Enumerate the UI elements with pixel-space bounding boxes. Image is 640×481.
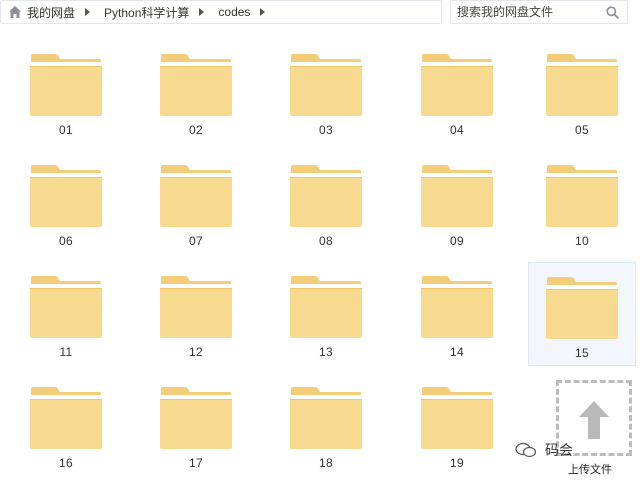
folder-label: 17 bbox=[189, 456, 203, 470]
folder-icon bbox=[421, 54, 493, 116]
folder-item[interactable]: 07 bbox=[142, 151, 250, 255]
folder-icon bbox=[546, 54, 618, 116]
folder-icon bbox=[421, 276, 493, 338]
folder-label: 04 bbox=[450, 123, 464, 137]
folder-icon bbox=[290, 276, 362, 338]
top-bar: 我的网盘 Python科学计算 codes bbox=[0, 0, 640, 26]
breadcrumb-item-my-drive[interactable]: 我的网盘 bbox=[27, 4, 75, 21]
folder-item[interactable]: 12 bbox=[142, 262, 250, 366]
folder-label: 18 bbox=[319, 456, 333, 470]
folder-label: 06 bbox=[59, 234, 73, 248]
folder-label: 12 bbox=[189, 345, 203, 359]
folder-icon bbox=[30, 165, 102, 227]
folder-icon bbox=[546, 277, 618, 339]
folder-label: 13 bbox=[319, 345, 333, 359]
folder-label: 19 bbox=[450, 456, 464, 470]
folder-item[interactable]: 03 bbox=[272, 40, 380, 144]
folder-icon bbox=[290, 54, 362, 116]
folder-label: 01 bbox=[59, 123, 73, 137]
folder-label: 16 bbox=[59, 456, 73, 470]
search-icon[interactable] bbox=[606, 6, 619, 19]
upload-label[interactable]: 上传文件 bbox=[568, 461, 612, 477]
folder-label: 15 bbox=[575, 346, 589, 360]
folder-item[interactable]: 11 bbox=[12, 262, 120, 366]
folder-icon bbox=[160, 165, 232, 227]
folder-item[interactable]: 14 bbox=[403, 262, 511, 366]
search-input[interactable] bbox=[451, 4, 599, 20]
folder-icon bbox=[160, 276, 232, 338]
folder-icon bbox=[160, 387, 232, 449]
upload-arrow-icon bbox=[579, 401, 609, 439]
folder-item[interactable]: 17 bbox=[142, 373, 250, 477]
folder-icon bbox=[30, 387, 102, 449]
folder-item[interactable]: 10 bbox=[528, 151, 636, 255]
breadcrumb-separator-icon bbox=[199, 8, 205, 16]
folder-item[interactable]: 16 bbox=[12, 373, 120, 477]
folder-label: 10 bbox=[575, 234, 589, 248]
folder-icon bbox=[546, 165, 618, 227]
folder-item[interactable]: 19 bbox=[403, 373, 511, 477]
folder-label: 14 bbox=[450, 345, 464, 359]
folder-label: 02 bbox=[189, 123, 203, 137]
folder-item[interactable]: 09 bbox=[403, 151, 511, 255]
folder-item[interactable]: 02 bbox=[142, 40, 250, 144]
watermark-text: 码会 bbox=[545, 442, 573, 458]
folder-icon bbox=[290, 165, 362, 227]
folder-label: 11 bbox=[59, 345, 73, 359]
folder-item[interactable]: 05 bbox=[528, 40, 636, 144]
folder-icon bbox=[30, 276, 102, 338]
folder-icon bbox=[160, 54, 232, 116]
wechat-icon bbox=[515, 442, 537, 458]
folder-item[interactable]: 15 bbox=[528, 262, 636, 366]
breadcrumb-separator-icon bbox=[85, 8, 91, 16]
folder-item[interactable]: 06 bbox=[12, 151, 120, 255]
folder-label: 03 bbox=[319, 123, 333, 137]
breadcrumb-item-python[interactable]: Python科学计算 bbox=[104, 4, 189, 21]
folder-icon bbox=[290, 387, 362, 449]
folder-item[interactable]: 18 bbox=[272, 373, 380, 477]
folder-item[interactable]: 01 bbox=[12, 40, 120, 144]
watermark: 码会 bbox=[515, 440, 573, 460]
search-box bbox=[450, 0, 628, 24]
folder-icon bbox=[421, 387, 493, 449]
folder-item[interactable]: 13 bbox=[272, 262, 380, 366]
breadcrumb-separator-icon[interactable] bbox=[260, 8, 266, 16]
folder-item[interactable]: 08 bbox=[272, 151, 380, 255]
home-icon[interactable] bbox=[8, 5, 22, 19]
breadcrumb: 我的网盘 Python科学计算 codes bbox=[0, 0, 442, 24]
folder-label: 08 bbox=[319, 234, 333, 248]
folder-label: 07 bbox=[189, 234, 203, 248]
folder-icon bbox=[421, 165, 493, 227]
folder-item[interactable]: 04 bbox=[403, 40, 511, 144]
folder-label: 09 bbox=[450, 234, 464, 248]
folder-icon bbox=[30, 54, 102, 116]
folder-label: 05 bbox=[575, 123, 589, 137]
breadcrumb-item-codes[interactable]: codes bbox=[218, 5, 250, 19]
